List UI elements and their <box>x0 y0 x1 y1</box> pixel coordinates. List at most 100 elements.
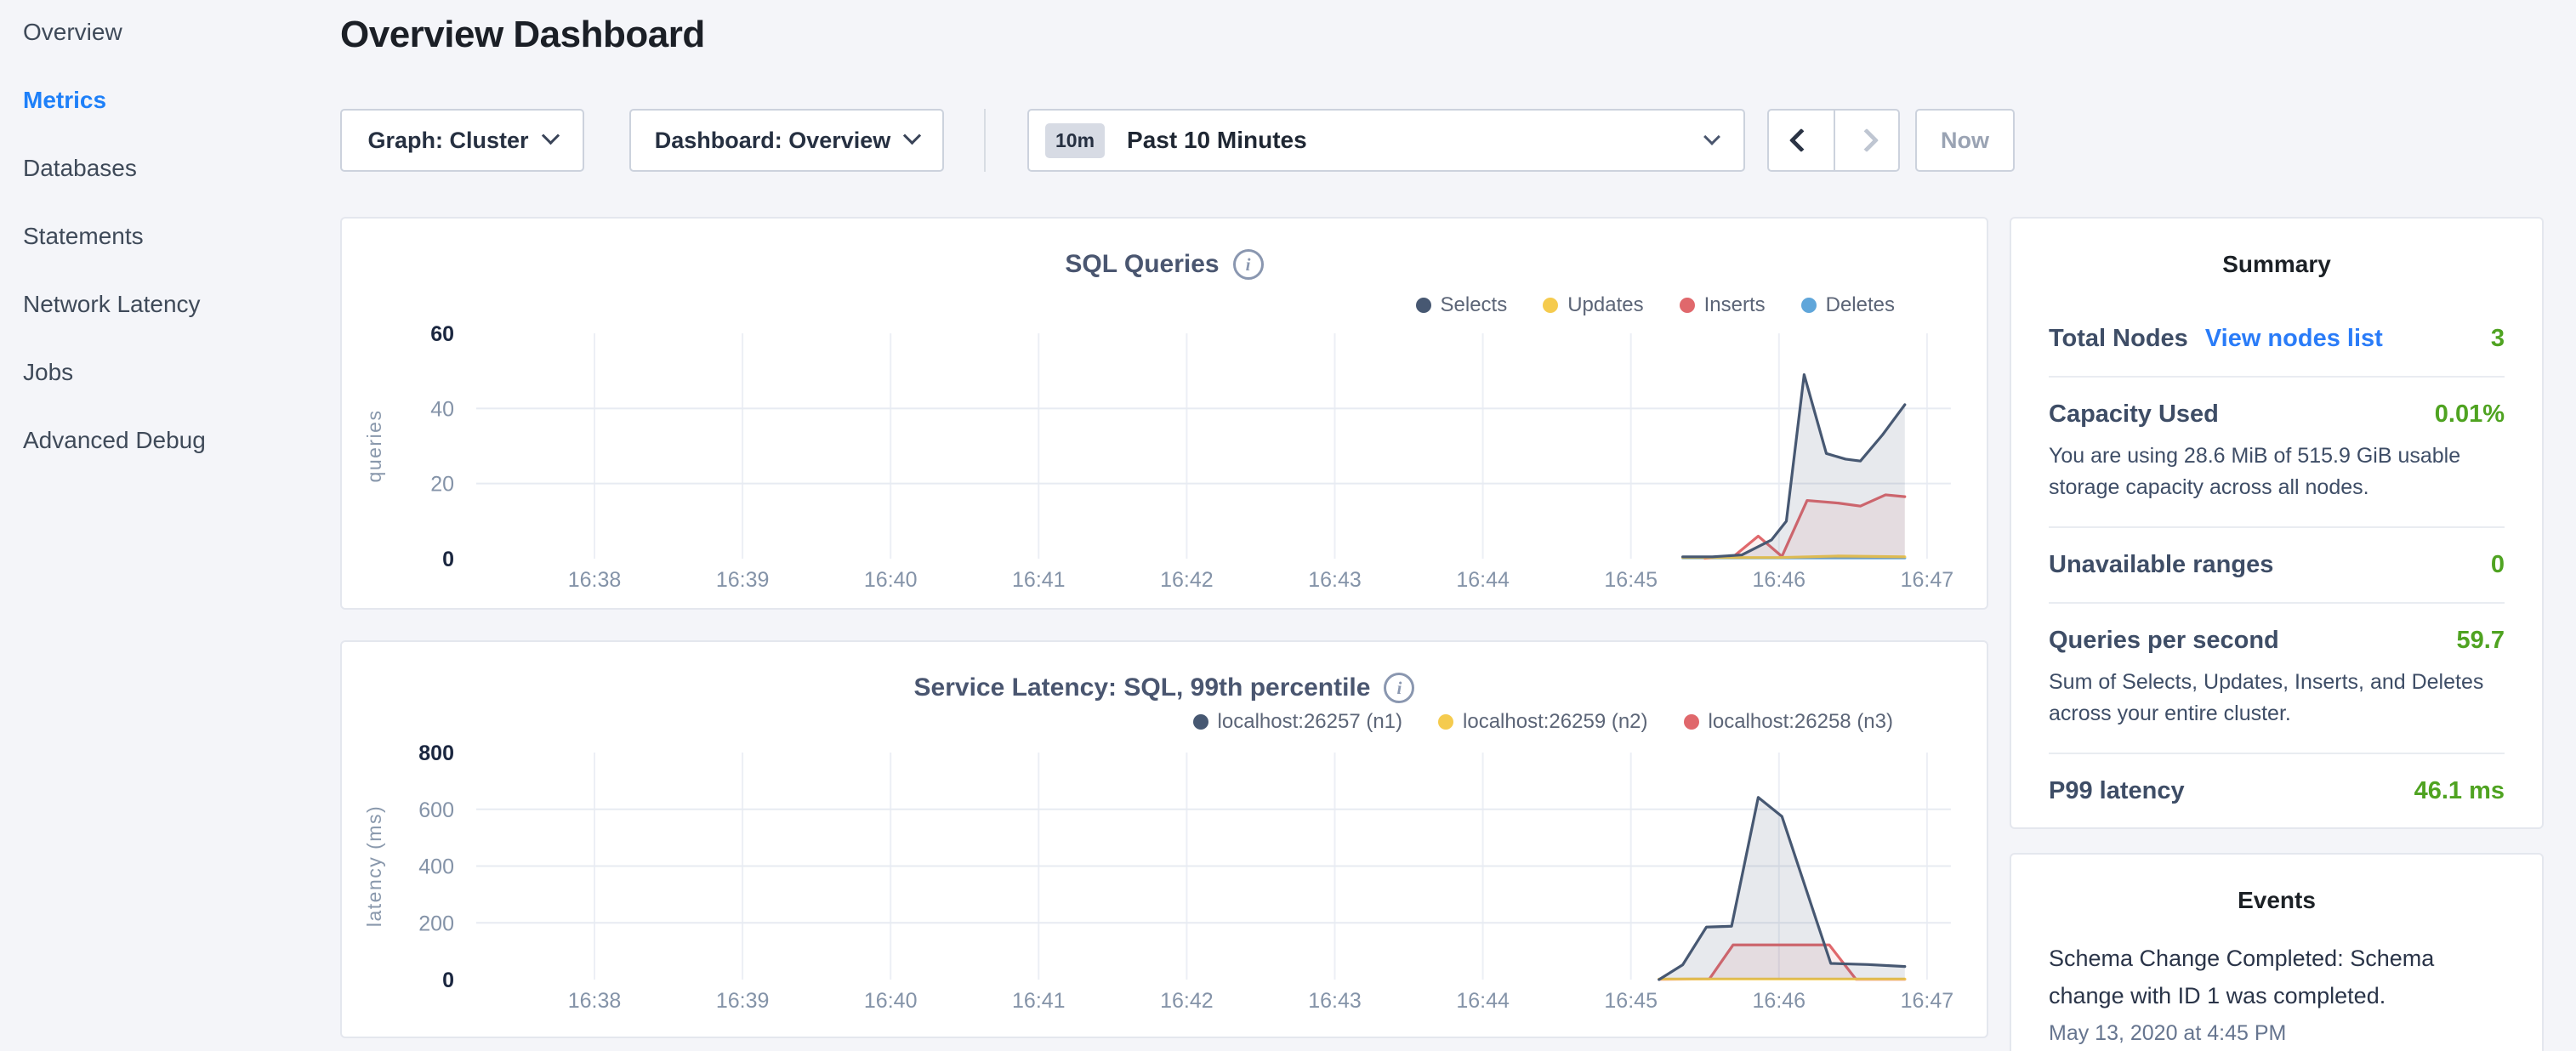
legend-item: localhost:26259 (n2) <box>1438 710 1647 734</box>
legend-item: Inserts <box>1680 293 1766 317</box>
summary-row: Capacity Used 0.01% You are using 28.6 MiB… <box>2049 378 2505 528</box>
service-latency-chart-legend: localhost:26257 (n1) localhost:26259 (n2)… <box>1193 710 1893 734</box>
chevron-left-icon <box>1789 128 1813 152</box>
dashboard-dropdown-label: Dashboard: Overview <box>655 128 891 154</box>
y-axis-tick-label: 40 <box>430 397 454 421</box>
legend-item: localhost:26258 (n3) <box>1684 710 1893 734</box>
y-axis-tick-label: 800 <box>418 741 454 765</box>
sql-queries-chart-legend: Selects Updates Inserts Deletes <box>1416 293 1896 317</box>
y-axis-tick-label: 0 <box>442 969 454 992</box>
legend-label: Updates <box>1567 293 1643 317</box>
summary-row-description: Sum of Selects, Updates, Inserts, and De… <box>2049 667 2505 730</box>
legend-item: Selects <box>1416 293 1508 317</box>
controls-bar: Graph: Cluster Dashboard: Overview 10m P… <box>340 109 2551 172</box>
legend-dot-icon <box>1416 298 1431 313</box>
sidebar-item-overview[interactable]: Overview <box>23 19 340 44</box>
summary-row: Total Nodes View nodes list 3 <box>2049 302 2505 378</box>
summary-row: P99 latency 46.1 ms <box>2049 754 2505 828</box>
summary-row-value: 3 <box>2491 325 2505 353</box>
y-axis-tick-label: 600 <box>418 798 454 822</box>
y-axis-tick-label: 60 <box>430 322 454 346</box>
summary-row: Queries per second 59.7 Sum of Selects, Up… <box>2049 604 2505 754</box>
y-axis-unit-label: latency (ms) <box>363 805 385 927</box>
x-axis-tick-label: 16:44 <box>1456 568 1510 592</box>
graph-scope-dropdown[interactable]: Graph: Cluster <box>340 109 584 172</box>
event-message: Schema Change Completed: Schema change w… <box>2049 940 2505 1014</box>
time-range-label: Past 10 Minutes <box>1127 127 1706 154</box>
time-step-back-button[interactable] <box>1769 111 1834 170</box>
x-axis-tick-label: 16:40 <box>864 568 918 592</box>
x-axis-tick-label: 16:43 <box>1308 989 1362 1013</box>
service-latency-chart-card: 0 200 400 600 800 16:38 16:39 16:40 16:41 16:42 16… <box>340 640 1988 1038</box>
y-axis-tick-label: 0 <box>442 548 454 571</box>
time-step-buttons <box>1767 109 1900 172</box>
sidebar: Overview Metrics Databases Statements Networ… <box>0 0 340 1051</box>
page-title: Overview Dashboard <box>340 14 705 56</box>
legend-item: localhost:26257 (n1) <box>1193 710 1402 734</box>
legend-dot-icon <box>1543 298 1558 313</box>
x-axis-tick-label: 16:44 <box>1456 989 1510 1013</box>
legend-dot-icon <box>1193 714 1208 730</box>
chevron-down-icon <box>903 127 921 145</box>
sidebar-item-jobs[interactable]: Jobs <box>23 359 340 384</box>
time-step-forward-button[interactable] <box>1834 111 1898 170</box>
summary-row: Unavailable ranges 0 <box>2049 528 2505 604</box>
legend-label: localhost:26258 (n3) <box>1709 710 1893 734</box>
summary-row-label: Queries per second <box>2049 627 2279 655</box>
summary-row-value: 0.01% <box>2435 401 2505 429</box>
summary-row-value: 0 <box>2491 551 2505 579</box>
event-timestamp: May 13, 2020 at 4:45 PM <box>2049 1021 2505 1046</box>
x-axis-tick-label: 16:45 <box>1604 568 1658 592</box>
events-panel-title: Events <box>2049 855 2505 914</box>
summary-row-label: P99 latency <box>2049 777 2185 805</box>
x-axis-tick-label: 16:42 <box>1160 568 1214 592</box>
graph-scope-dropdown-label: Graph: Cluster <box>367 128 528 154</box>
info-icon[interactable]: i <box>1233 249 1264 280</box>
x-axis-tick-label: 16:41 <box>1012 989 1066 1013</box>
y-axis-tick-label: 400 <box>418 855 454 879</box>
sidebar-item-metrics[interactable]: Metrics <box>23 87 340 112</box>
summary-row-label: Total Nodes <box>2049 325 2188 353</box>
summary-row-label: Unavailable ranges <box>2049 551 2273 579</box>
summary-row-value: 59.7 <box>2457 627 2505 655</box>
time-range-selector[interactable]: 10m Past 10 Minutes <box>1027 109 1745 172</box>
x-axis-tick-label: 16:41 <box>1012 568 1066 592</box>
sql-queries-chart-card: 020406016:3816:3916:4016:4116:4216:4316:… <box>340 217 1988 610</box>
controls-divider <box>984 109 986 172</box>
events-panel: Events Schema Change Completed: Schema c… <box>2010 853 2544 1051</box>
sql-queries-chart-title: SQL Queries <box>1065 250 1219 279</box>
y-axis-tick-label: 200 <box>418 912 454 935</box>
sidebar-item-advanced-debug[interactable]: Advanced Debug <box>23 427 340 452</box>
y-axis-unit-label: queries <box>363 410 385 483</box>
summary-panel: Summary Total NodesView nodes list3Capac… <box>2010 217 2544 829</box>
summary-row-description: You are using 28.6 MiB of 515.9 GiB usab… <box>2049 440 2505 503</box>
x-axis-tick-label: 16:39 <box>716 568 770 592</box>
series-area <box>1659 798 1905 980</box>
sidebar-item-statements[interactable]: Statements <box>23 223 340 248</box>
x-axis-tick-label: 16:38 <box>568 568 622 592</box>
legend-dot-icon <box>1680 298 1695 313</box>
summary-row-label: Capacity Used <box>2049 401 2219 429</box>
sidebar-item-databases[interactable]: Databases <box>23 155 340 180</box>
legend-label: localhost:26257 (n1) <box>1218 710 1402 734</box>
x-axis-tick-label: 16:38 <box>568 989 622 1013</box>
x-axis-tick-label: 16:47 <box>1901 989 1954 1013</box>
x-axis-tick-label: 16:39 <box>716 989 770 1013</box>
legend-dot-icon <box>1438 714 1453 730</box>
service-latency-chart-title: Service Latency: SQL, 99th percentile <box>914 673 1371 702</box>
chevron-down-icon <box>1703 128 1720 145</box>
sidebar-item-network-latency[interactable]: Network Latency <box>23 291 340 316</box>
x-axis-tick-label: 16:46 <box>1753 989 1806 1013</box>
event-item[interactable]: Schema Change Completed: Schema change w… <box>2049 940 2505 1046</box>
view-nodes-list-link[interactable]: View nodes list <box>2205 325 2383 353</box>
x-axis-tick-label: 16:42 <box>1160 989 1214 1013</box>
summary-row-value: 46.1 ms <box>2414 777 2505 805</box>
info-icon[interactable]: i <box>1384 673 1414 703</box>
legend-label: Deletes <box>1826 293 1895 317</box>
legend-dot-icon <box>1684 714 1699 730</box>
dashboard-dropdown[interactable]: Dashboard: Overview <box>629 109 944 172</box>
x-axis-tick-label: 16:40 <box>864 989 918 1013</box>
now-button[interactable]: Now <box>1915 109 2015 172</box>
time-range-badge: 10m <box>1045 123 1105 158</box>
x-axis-tick-label: 16:43 <box>1308 568 1362 592</box>
